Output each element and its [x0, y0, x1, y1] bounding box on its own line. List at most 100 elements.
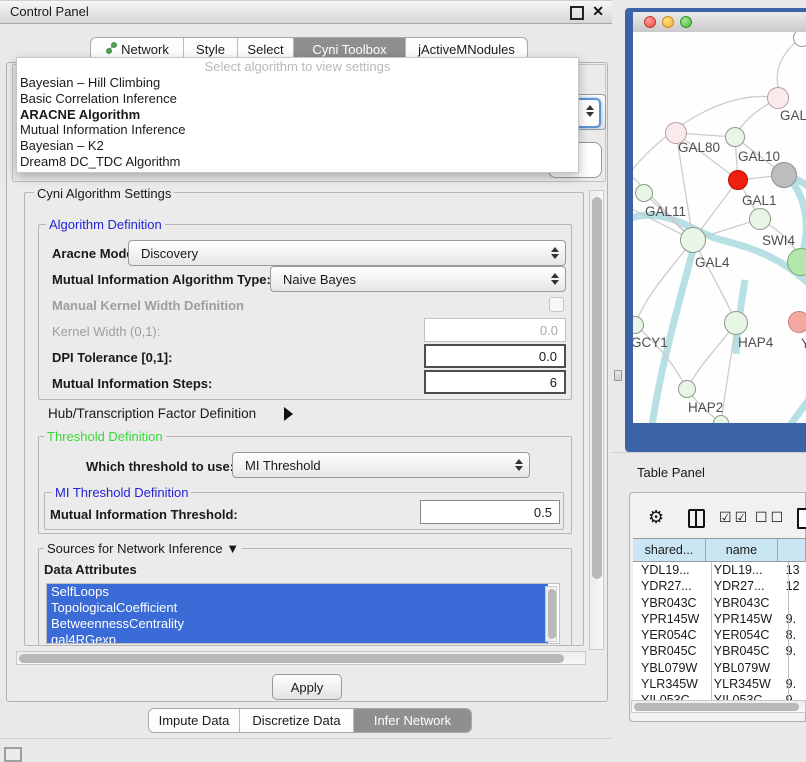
attribute-list-item[interactable]: SelfLoops: [47, 584, 548, 600]
table-row[interactable]: YER054CYER054C8.: [633, 627, 806, 643]
table-row[interactable]: YIL053CYIL053C9.: [633, 692, 806, 700]
data-attributes-label: Data Attributes: [44, 562, 137, 577]
aracne-mode-value: Discovery: [141, 246, 198, 261]
which-threshold-combo[interactable]: MI Threshold: [232, 452, 530, 478]
network-node-gal[interactable]: [767, 87, 789, 109]
close-icon[interactable]: ✕: [592, 3, 604, 20]
tab-impute-data[interactable]: Impute Data: [149, 709, 239, 732]
network-node-gal11[interactable]: [635, 184, 653, 202]
table-cell: YBL079W: [706, 660, 778, 676]
table-header-row: shared...name: [633, 538, 806, 562]
mi-threshold-label: Mutual Information Threshold:: [50, 507, 238, 522]
hide-columns-icon[interactable]: ☐☐: [755, 509, 786, 526]
table-row[interactable]: YPR145WYPR145W9.: [633, 611, 806, 627]
table-row[interactable]: YBR043CYBR043C: [633, 595, 806, 611]
sources-collapse-arrow-icon[interactable]: ▼: [226, 541, 239, 556]
node-label: HAP2: [688, 400, 723, 415]
table-row[interactable]: YLR345WYLR345W9.: [633, 676, 806, 692]
table-cell: YDR27...: [633, 578, 706, 594]
node-label: GAL: [780, 108, 806, 123]
manual-kernel-checkbox[interactable]: [549, 297, 564, 312]
network-window-titlebar[interactable]: [633, 12, 806, 33]
table-cell: YIL053C: [633, 692, 706, 700]
node-label: GAL11: [645, 204, 686, 219]
network-view-canvas[interactable]: GALGAL80GAL10GAL1GAL11GAL4SWI4GCY1HAP4YH…: [633, 32, 806, 423]
dpi-tolerance-input[interactable]: 0.0: [424, 344, 566, 368]
hub-definition-label: Hub/Transcription Factor Definition: [48, 406, 256, 421]
hub-expand-arrow-icon[interactable]: [284, 407, 293, 421]
show-selected-columns-icon[interactable]: ☑☑: [719, 509, 750, 526]
dropdown-item[interactable]: Bayesian – K2: [17, 138, 578, 154]
node-label: GCY1: [633, 335, 668, 350]
table-row[interactable]: YDR27...YDR27...12: [633, 578, 806, 594]
network-node-gal1[interactable]: [728, 170, 748, 190]
aracne-mode-combo[interactable]: Discovery: [128, 240, 566, 266]
tab-discretize-data[interactable]: Discretize Data: [239, 709, 353, 732]
table-row[interactable]: YBL079WYBL079W: [633, 660, 806, 676]
settings-horizontal-scrollbar[interactable]: [16, 651, 586, 665]
table-cell: YBR043C: [633, 595, 706, 611]
table-row[interactable]: YDL19...YDL19...13: [633, 562, 806, 578]
settings-vertical-scrollbar[interactable]: [589, 190, 604, 650]
table-cell: YER054C: [706, 627, 778, 643]
mi-steps-label: Mutual Information Steps:: [52, 376, 212, 391]
network-icon: [105, 42, 117, 57]
table-row[interactable]: YBR045CYBR045C9.: [633, 643, 806, 659]
network-node-hap4[interactable]: [724, 311, 748, 335]
corner-grip-icon[interactable]: [4, 747, 22, 762]
mi-threshold-definition-title: MI Threshold Definition: [52, 485, 191, 500]
manual-kernel-label: Manual Kernel Width Definition: [52, 298, 244, 313]
right-panel-divider: [612, 452, 806, 453]
dropdown-item[interactable]: ARACNE Algorithm: [17, 107, 578, 123]
kernel-width-label: Kernel Width (0,1):: [52, 324, 160, 339]
table-horizontal-scrollbar[interactable]: [631, 700, 806, 713]
kernel-width-input[interactable]: 0.0: [424, 318, 566, 342]
gear-icon[interactable]: ⚙: [648, 507, 664, 528]
table-cell: 9.: [778, 643, 806, 659]
table-cell: YLR345W: [706, 676, 778, 692]
sources-title: Sources for Network Inference ▼: [44, 541, 242, 556]
table-cell: 12: [778, 578, 806, 594]
data-attributes-list[interactable]: SelfLoopsTopologicalCoefficientBetweenne…: [46, 583, 560, 644]
network-node[interactable]: [749, 208, 771, 230]
attributes-list-scrollbar[interactable]: [545, 586, 557, 642]
attribute-list-item[interactable]: BetweennessCentrality: [47, 616, 548, 632]
dropdown-item[interactable]: Basic Correlation Inference: [17, 91, 578, 107]
export-table-icon[interactable]: [797, 508, 806, 529]
table-body[interactable]: YDL19...YDL19...13YDR27...YDR27...12YBR0…: [633, 562, 806, 700]
dropdown-item[interactable]: Mutual Information Inference: [17, 122, 578, 138]
algorithm-definition-title: Algorithm Definition: [46, 217, 165, 232]
table-cell: 9.: [778, 611, 806, 627]
tab-infer-network[interactable]: Infer Network: [353, 709, 471, 732]
apply-button[interactable]: Apply: [272, 674, 342, 700]
table-cell: YBL079W: [633, 660, 706, 676]
float-window-icon[interactable]: [570, 6, 584, 20]
table-cell: 9.: [778, 676, 806, 692]
column-header-shared...[interactable]: shared...: [633, 539, 706, 561]
panel-splitter-handle[interactable]: [614, 370, 622, 381]
which-threshold-label: Which threshold to use:: [86, 459, 234, 474]
attribute-list-item[interactable]: gal4RGexp: [47, 632, 548, 644]
application-window: Control Panel ✕ NetworkStyleSelectCyni T…: [0, 0, 806, 762]
dropdown-item[interactable]: Bayesian – Hill Climbing: [17, 75, 578, 91]
column-header-name[interactable]: name: [706, 539, 778, 561]
network-node[interactable]: [771, 162, 797, 188]
network-node-gal4[interactable]: [680, 227, 706, 253]
mi-type-combo[interactable]: Naive Bayes: [270, 266, 566, 292]
table-cell: [778, 595, 806, 611]
close-traffic-light-icon[interactable]: [644, 16, 656, 28]
dropdown-item[interactable]: Dream8 DC_TDC Algorithm: [17, 154, 578, 170]
mi-threshold-input[interactable]: 0.5: [420, 500, 560, 524]
attribute-list-item[interactable]: TopologicalCoefficient: [47, 600, 548, 616]
zoom-traffic-light-icon[interactable]: [680, 16, 692, 28]
table-cell: YBR045C: [633, 643, 706, 659]
mi-steps-input[interactable]: 6: [424, 370, 566, 394]
network-node-hap2[interactable]: [678, 380, 696, 398]
table-cell: 13: [778, 562, 806, 578]
column-header-extra[interactable]: [778, 539, 806, 561]
network-node-y[interactable]: [788, 311, 806, 333]
minimize-traffic-light-icon[interactable]: [662, 16, 674, 28]
mi-type-label: Mutual Information Algorithm Type:: [52, 272, 271, 287]
network-node-gal10[interactable]: [725, 127, 745, 147]
split-columns-icon[interactable]: [688, 509, 705, 528]
